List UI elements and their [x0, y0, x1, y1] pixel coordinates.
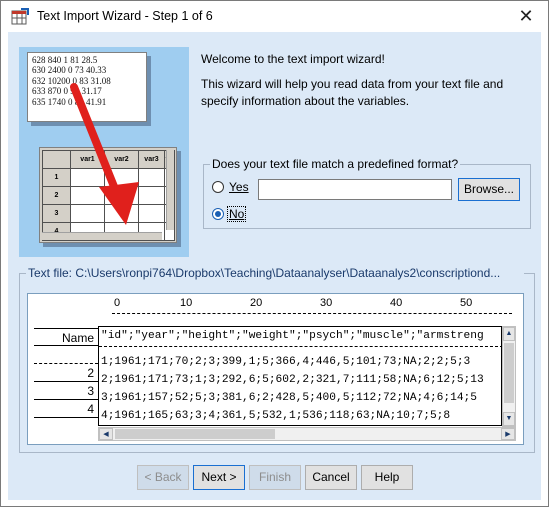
preview-horizontal-scrollbar[interactable]: ◀ ▶ — [98, 427, 516, 441]
ruler-line — [112, 313, 512, 314]
row-header-column: Name 2 3 4 — [34, 326, 98, 426]
format-path-input[interactable] — [258, 179, 452, 200]
ruler-tick: 50 — [460, 297, 473, 309]
finish-button[interactable]: Finish — [249, 465, 301, 490]
red-arrow-icon — [70, 83, 139, 225]
scroll-left-icon[interactable]: ◀ — [99, 428, 113, 440]
yes-radio[interactable] — [212, 181, 224, 193]
no-radio-label[interactable]: No — [227, 206, 247, 222]
scroll-right-icon[interactable]: ▶ — [501, 428, 515, 440]
predefined-format-group: Does your text file match a predefined f… — [203, 157, 531, 229]
preview-line: 3;1961;157;52;5;3;381,6;2;428,5;400,5;11… — [101, 392, 477, 404]
row-header: 2 — [34, 364, 98, 382]
preview-line: "id";"year";"height";"weight";"psych";"m… — [101, 330, 484, 342]
no-radio[interactable] — [212, 208, 224, 220]
vertical-scroll-thumb[interactable] — [504, 343, 514, 403]
preview-line: 4;1961;165;63;3;4;361,5;532,1;536;118;63… — [101, 410, 451, 422]
wizard-description: This wizard will help you read data from… — [201, 77, 504, 108]
preview-separator — [99, 346, 501, 347]
title-bar: Text Import Wizard - Step 1 of 6 ✕ — [1, 1, 548, 32]
back-button[interactable]: < Back — [137, 465, 189, 490]
row-header: Name — [34, 328, 98, 346]
scroll-down-icon[interactable]: ▼ — [503, 412, 515, 426]
ruler-tick: 0 — [114, 297, 121, 309]
row-header — [34, 346, 98, 364]
data-preview: 0 10 20 30 40 50 Name 2 3 4 "id";"year"; — [27, 293, 524, 445]
predefined-format-label: Does your text file match a predefined f… — [210, 157, 461, 171]
row-header: 4 — [34, 400, 98, 418]
window-title: Text Import Wizard - Step 1 of 6 — [37, 9, 213, 23]
ruler-tick: 40 — [390, 297, 403, 309]
wizard-illustration: 628 840 1 81 28.5 630 2400 0 73 40.33 63… — [19, 47, 189, 257]
preview-text-area[interactable]: "id";"year";"height";"weight";"psych";"m… — [98, 326, 502, 426]
welcome-heading: Welcome to the text import wizard! — [201, 52, 385, 66]
ruler-tick: 20 — [250, 297, 263, 309]
close-icon[interactable]: ✕ — [512, 5, 540, 29]
wizard-window: Text Import Wizard - Step 1 of 6 ✕ 628 8… — [0, 0, 549, 507]
wizard-body: 628 840 1 81 28.5 630 2400 0 73 40.33 63… — [8, 32, 541, 500]
help-button[interactable]: Help — [361, 465, 413, 490]
next-button[interactable]: Next > — [193, 465, 245, 490]
app-icon — [11, 8, 29, 25]
preview-line: 1;1961;171;70;2;3;399,1;5;366,4;446,5;10… — [101, 356, 471, 368]
column-ruler: 0 10 20 30 40 50 — [112, 294, 512, 322]
preview-line: 2;1961;171;73;1;3;292,6;5;602,2;321,7;11… — [101, 374, 484, 386]
text-file-caption: Text file: — [28, 266, 73, 280]
browse-button[interactable]: Browse... — [458, 178, 520, 201]
horizontal-scroll-thumb[interactable] — [115, 429, 275, 439]
cancel-button[interactable]: Cancel — [305, 465, 357, 490]
text-file-label: Text file: C:\Users\ronpi764\Dropbox\Tea… — [26, 266, 524, 280]
ruler-tick: 10 — [180, 297, 193, 309]
preview-vertical-scrollbar[interactable]: ▲ ▼ — [502, 326, 516, 427]
ruler-tick: 30 — [320, 297, 333, 309]
scroll-up-icon[interactable]: ▲ — [503, 327, 515, 341]
yes-radio-label[interactable]: Yes — [229, 180, 249, 194]
text-file-group: Text file: C:\Users\ronpi764\Dropbox\Tea… — [19, 266, 535, 453]
row-header: 3 — [34, 382, 98, 400]
text-file-path: C:\Users\ronpi764\Dropbox\Teaching\Dataa… — [75, 266, 501, 280]
